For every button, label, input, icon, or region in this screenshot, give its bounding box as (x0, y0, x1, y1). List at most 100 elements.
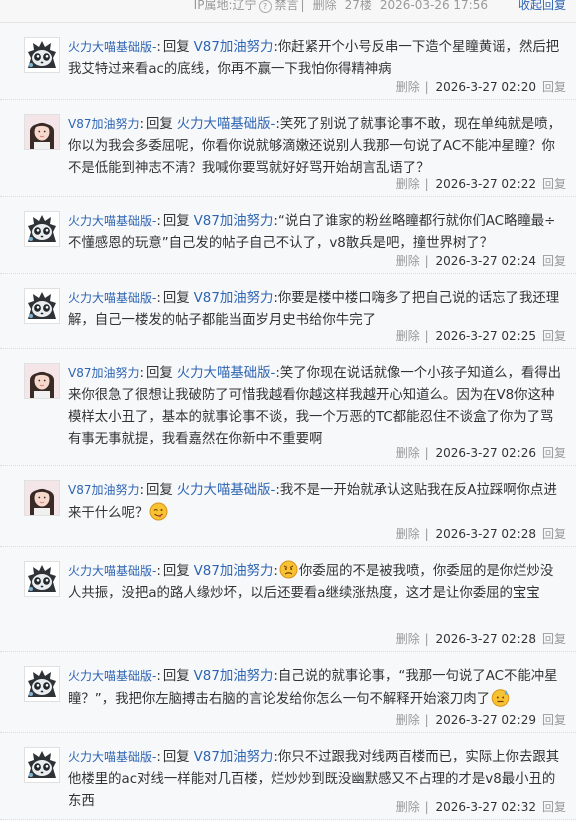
reply-footer: 删除 | 2026-3-27 02:24 回复 (396, 250, 566, 273)
reply-item: 火力大喵基础版-: 回复 V87加油努力: 你委屈的不是被我喷，你委屈的是你烂炒没人共… (0, 547, 576, 652)
username-colon: : (156, 40, 161, 55)
reply-word: 回复 (146, 366, 173, 381)
reply-link[interactable]: 回复 (542, 713, 566, 727)
reply-item: 火力大喵基础版-: 回复 V87加油努力:“说白了谁家的粉丝略瞳都行就你们AC略瞳最… (0, 197, 576, 274)
reply-username[interactable]: 火力大喵基础版- (68, 214, 156, 228)
reply-content: 火力大喵基础版-: 回复 V87加油努力:自己说的就事论事，“我那一句说了AC不能冲… (68, 652, 564, 711)
reply-word: 回复 (162, 669, 190, 684)
reply-link[interactable]: 回复 (542, 446, 566, 460)
floor-number: 27楼 (344, 0, 372, 12)
reply-link[interactable]: 回复 (542, 632, 566, 646)
reply-target-user[interactable]: V87加油努力 (194, 40, 274, 55)
reply-word: 回复 (162, 40, 190, 55)
collapse-replies-link[interactable]: 收起回复 (518, 0, 566, 13)
angry-emoji (279, 560, 298, 579)
reply-footer: 删除 | 2026-3-27 02:25 回复 (396, 325, 566, 348)
delete-link[interactable]: 删除 (313, 0, 337, 12)
delete-link[interactable]: 删除 (396, 177, 420, 191)
reply-link[interactable]: 回复 (542, 527, 566, 541)
post-time: 2026-03-26 17:56 (379, 0, 488, 12)
delete-link[interactable]: 删除 (396, 527, 420, 541)
reply-username[interactable]: 火力大喵基础版- (68, 669, 156, 683)
reply-target-user[interactable]: V87加油努力 (194, 564, 274, 579)
panda-avatar[interactable] (24, 747, 60, 783)
meta-separator: | (300, 0, 305, 12)
reply-word: 回复 (162, 291, 190, 306)
username-colon: : (139, 117, 144, 132)
reply-footer: 删除 | 2026-3-27 02:28 回复 (396, 523, 566, 546)
reply-username[interactable]: V87加油努力 (68, 117, 139, 131)
username-colon: : (156, 669, 161, 684)
panda-avatar[interactable] (24, 37, 60, 73)
delete-link[interactable]: 删除 (396, 632, 420, 646)
footer-separator: | (420, 713, 433, 727)
reply-username[interactable]: 火力大喵基础版- (68, 564, 156, 578)
footer-separator: | (420, 80, 433, 94)
reply-target-user[interactable]: V87加油努力 (194, 291, 274, 306)
reply-target-user[interactable]: 火力大喵基础版- (177, 483, 276, 498)
reply-target-user[interactable]: V87加油努力 (194, 750, 274, 765)
username-colon: : (156, 564, 161, 579)
reply-link[interactable]: 回复 (542, 800, 566, 814)
reply-username[interactable]: 火力大喵基础版- (68, 40, 156, 54)
girl-avatar[interactable] (24, 363, 60, 399)
delete-link[interactable]: 删除 (396, 800, 420, 814)
reply-content: V87加油努力: 回复 火力大喵基础版-:笑了你现在说话就像一个小孩子知道么，看得出… (68, 349, 564, 451)
footer-separator: | (420, 329, 433, 343)
reply-username[interactable]: V87加油努力 (68, 366, 139, 380)
reply-time: 2026-3-27 02:28 (435, 632, 536, 646)
girl-avatar[interactable] (24, 114, 60, 150)
ip-location: IP属地:辽宁 (193, 0, 257, 12)
reply-link[interactable]: 回复 (542, 80, 566, 94)
reply-footer: 删除 | 2026-3-27 02:22 回复 (396, 173, 566, 196)
footer-separator: | (420, 254, 433, 268)
reply-username[interactable]: 火力大喵基础版- (68, 291, 156, 305)
delete-link[interactable]: 删除 (396, 254, 420, 268)
reply-footer: 删除 | 2026-3-27 02:29 回复 (396, 709, 566, 732)
panda-avatar[interactable] (24, 288, 60, 324)
ban-link[interactable]: 禁言 (275, 0, 299, 12)
reply-word: 回复 (162, 564, 190, 579)
delete-link[interactable]: 删除 (396, 80, 420, 94)
delete-link[interactable]: 删除 (396, 446, 420, 460)
reply-target-user[interactable]: V87加油努力 (194, 214, 274, 229)
panda-avatar[interactable] (24, 211, 60, 247)
reply-item: V87加油努力: 回复 火力大喵基础版-:笑死了别说了就事论事不敢，现在单纯就是喷，… (0, 100, 576, 197)
username-colon: : (156, 214, 161, 229)
question-circle-icon[interactable]: ? (258, 0, 272, 13)
panda-avatar[interactable] (24, 561, 60, 597)
reply-content: 火力大喵基础版-: 回复 V87加油努力: 你委屈的不是被我喷，你委屈的是你烂炒没人共… (68, 547, 564, 605)
reply-target-user[interactable]: 火力大喵基础版- (177, 366, 276, 381)
reply-username[interactable]: 火力大喵基础版- (68, 750, 156, 764)
reply-content: 火力大喵基础版-: 回复 V87加油努力:“说白了谁家的粉丝略瞳都行就你们AC略瞳最… (68, 197, 564, 255)
tongue-emoji (149, 502, 168, 521)
username-colon: : (139, 483, 144, 498)
reply-content: V87加油努力: 回复 火力大喵基础版-:笑死了别说了就事论事不敢，现在单纯就是喷，… (68, 100, 564, 180)
reply-item: V87加油努力: 回复 火力大喵基础版-:我不是一开始就承认这贴我在反A拉踩啊你点进… (0, 466, 576, 547)
panda-avatar[interactable] (24, 666, 60, 702)
girl-avatar[interactable] (24, 480, 60, 516)
reply-link[interactable]: 回复 (542, 177, 566, 191)
reply-target-user[interactable]: 火力大喵基础版- (177, 117, 276, 132)
delete-link[interactable]: 删除 (396, 713, 420, 727)
reply-content: 火力大喵基础版-: 回复 V87加油努力:你赶紧开个小号反串一下造个星瞳黄谣，然后把… (68, 23, 564, 81)
reply-footer: 删除 | 2026-3-27 02:20 回复 (396, 76, 566, 99)
reply-link[interactable]: 回复 (542, 254, 566, 268)
thread-meta: IP属地:辽宁? 禁言 | 删除 27楼 2026-03-26 17:56 (186, 0, 488, 13)
thread-meta-bar: IP属地:辽宁? 禁言 | 删除 27楼 2026-03-26 17:56 收起回复 (0, 0, 576, 23)
reply-link[interactable]: 回复 (542, 329, 566, 343)
sweat-emoji (491, 688, 510, 707)
reply-target-user[interactable]: V87加油努力 (194, 669, 274, 684)
reply-footer: 删除 | 2026-3-27 02:32 回复 (396, 796, 566, 819)
username-colon: : (156, 750, 161, 765)
footer-separator: | (420, 446, 433, 460)
reply-footer: 删除 | 2026-3-27 02:26 回复 (396, 442, 566, 465)
reply-word: 回复 (146, 483, 173, 498)
reply-username[interactable]: V87加油努力 (68, 483, 139, 497)
reply-content: V87加油努力: 回复 火力大喵基础版-:我不是一开始就承认这贴我在反A拉踩啊你点进… (68, 466, 564, 525)
reply-item: 火力大喵基础版-: 回复 V87加油努力:你只不过跟我对线两百楼而已，实际上你去跟其… (0, 733, 576, 820)
delete-link[interactable]: 删除 (396, 329, 420, 343)
reply-time: 2026-3-27 02:20 (435, 80, 536, 94)
footer-separator: | (420, 527, 433, 541)
reply-word: 回复 (146, 117, 173, 132)
